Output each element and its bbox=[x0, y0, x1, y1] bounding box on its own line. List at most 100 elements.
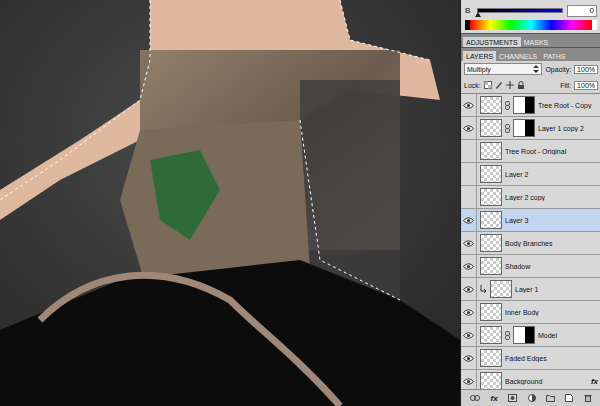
lock-brush-icon[interactable] bbox=[495, 81, 503, 89]
photoshop-window: B0ADJUSTMENTSMASKSLAYERSCHANNELSPATHSMul… bbox=[0, 0, 600, 406]
blend-row: MultiplyOpacity:100% bbox=[461, 61, 600, 77]
layer-row[interactable]: Tree Root - Copy bbox=[461, 94, 600, 117]
layer-thumbnail bbox=[480, 326, 502, 344]
white-swatch[interactable] bbox=[592, 20, 597, 30]
panel-tab[interactable]: ADJUSTMENTS bbox=[463, 37, 521, 47]
layer-thumbnail bbox=[480, 234, 502, 252]
eye-icon bbox=[463, 378, 474, 385]
eye-icon bbox=[463, 102, 474, 109]
visibility-toggle[interactable] bbox=[461, 324, 477, 346]
layer-row[interactable]: Layer 2 copy bbox=[461, 186, 600, 209]
eye-icon bbox=[463, 240, 474, 247]
lock-row: Lock:Fill:100% bbox=[461, 77, 600, 93]
channel-slider[interactable] bbox=[477, 8, 563, 13]
layer-row[interactable]: Faded Edges bbox=[461, 347, 600, 370]
eye-icon bbox=[463, 125, 474, 132]
layer-thumbnail bbox=[480, 165, 502, 183]
add-style-button[interactable]: fx bbox=[491, 394, 498, 403]
visibility-toggle[interactable] bbox=[461, 278, 477, 300]
eye-icon bbox=[463, 332, 474, 339]
panel-tab[interactable]: CHANNELS bbox=[496, 51, 540, 61]
clip-arrow-icon bbox=[480, 285, 487, 294]
link-layers-icon[interactable] bbox=[470, 394, 480, 402]
layer-thumbnail bbox=[480, 211, 502, 229]
dropdown-arrows-icon bbox=[533, 65, 539, 73]
color-spectrum[interactable] bbox=[470, 20, 592, 30]
layers-toolbar: fx bbox=[461, 389, 600, 406]
panel-tab[interactable]: PATHS bbox=[540, 51, 568, 61]
eye-icon bbox=[463, 217, 474, 224]
layer-mask-thumbnail[interactable] bbox=[513, 119, 535, 137]
spectrum-row bbox=[465, 20, 597, 30]
layer-name: Body Branches bbox=[505, 240, 598, 247]
layer-mask-thumbnail[interactable] bbox=[513, 326, 535, 344]
layer-name: Background bbox=[505, 378, 588, 385]
layer-row[interactable]: Model bbox=[461, 324, 600, 347]
layer-thumbnail bbox=[480, 349, 502, 367]
channel-label: B bbox=[465, 6, 473, 15]
layer-row[interactable]: Tree Root - Original bbox=[461, 140, 600, 163]
new-layer-icon[interactable] bbox=[565, 394, 573, 402]
channel-value[interactable]: 0 bbox=[567, 5, 597, 17]
layer-row[interactable]: Layer 1 bbox=[461, 278, 600, 301]
layer-fx-badge[interactable]: fx bbox=[591, 377, 598, 386]
add-mask-icon[interactable] bbox=[508, 394, 517, 402]
lock-move-icon[interactable] bbox=[506, 81, 514, 89]
visibility-toggle[interactable] bbox=[461, 117, 477, 139]
layer-name: Layer 2 copy bbox=[505, 194, 598, 201]
link-icon[interactable] bbox=[505, 331, 510, 340]
trash-icon[interactable] bbox=[584, 394, 592, 402]
layer-name: Faded Edges bbox=[505, 355, 598, 362]
visibility-toggle[interactable] bbox=[461, 347, 477, 369]
layer-row[interactable]: Body Branches bbox=[461, 232, 600, 255]
visibility-toggle[interactable] bbox=[461, 163, 477, 185]
visibility-toggle[interactable] bbox=[461, 140, 477, 162]
blend-mode-dropdown[interactable]: Multiply bbox=[464, 63, 542, 75]
side-panels: B0ADJUSTMENTSMASKSLAYERSCHANNELSPATHSMul… bbox=[460, 0, 600, 406]
visibility-toggle[interactable] bbox=[461, 186, 477, 208]
layer-name: Inner Body bbox=[505, 309, 598, 316]
visibility-toggle[interactable] bbox=[461, 94, 477, 116]
layer-row[interactable]: Inner Body bbox=[461, 301, 600, 324]
link-icon[interactable] bbox=[505, 101, 510, 110]
panel-tab[interactable]: MASKS bbox=[521, 37, 552, 47]
lock-label: Lock: bbox=[464, 82, 481, 89]
document-canvas[interactable] bbox=[0, 0, 460, 406]
visibility-toggle[interactable] bbox=[461, 209, 477, 231]
layer-thumbnail bbox=[480, 119, 502, 137]
layer-row[interactable]: Backgroundfx bbox=[461, 370, 600, 389]
lock-transparent-icon[interactable] bbox=[484, 81, 492, 89]
layers-list: Tree Root - Copy Layer 1 copy 2Tree Root … bbox=[461, 93, 600, 389]
layer-thumbnail bbox=[480, 303, 502, 321]
visibility-toggle[interactable] bbox=[461, 370, 477, 389]
eye-icon bbox=[463, 355, 474, 362]
layer-row[interactable]: Layer 2 bbox=[461, 163, 600, 186]
opacity-field[interactable]: 100% bbox=[574, 65, 598, 74]
layer-row[interactable]: Layer 3 bbox=[461, 209, 600, 232]
layer-mask-thumbnail[interactable] bbox=[513, 96, 535, 114]
layer-name: Layer 3 bbox=[505, 217, 598, 224]
layer-name: Tree Root - Copy bbox=[538, 102, 598, 109]
layer-thumbnail bbox=[480, 142, 502, 160]
layer-name: Layer 1 bbox=[515, 286, 598, 293]
link-icon[interactable] bbox=[505, 124, 510, 133]
visibility-toggle[interactable] bbox=[461, 232, 477, 254]
adjustment-layer-icon[interactable] bbox=[528, 394, 536, 402]
visibility-toggle[interactable] bbox=[461, 301, 477, 323]
lock-all-icon[interactable] bbox=[517, 81, 525, 89]
layer-thumbnail bbox=[480, 96, 502, 114]
channel-slider-row: B0 bbox=[465, 2, 597, 19]
folder-icon[interactable] bbox=[546, 394, 555, 402]
blend-mode-value: Multiply bbox=[467, 66, 491, 73]
panel-tab[interactable]: LAYERS bbox=[463, 51, 496, 61]
layer-row[interactable]: Layer 1 copy 2 bbox=[461, 117, 600, 140]
layer-thumbnail bbox=[490, 280, 512, 298]
visibility-toggle[interactable] bbox=[461, 255, 477, 277]
fill-field[interactable]: 100% bbox=[574, 81, 598, 90]
layers-tabs: LAYERSCHANNELSPATHS bbox=[461, 47, 600, 61]
layer-row[interactable]: Shadow bbox=[461, 255, 600, 278]
eye-icon bbox=[463, 286, 474, 293]
slider-thumb[interactable] bbox=[475, 12, 481, 17]
layer-name: Shadow bbox=[505, 263, 598, 270]
layer-name: Layer 2 bbox=[505, 171, 598, 178]
